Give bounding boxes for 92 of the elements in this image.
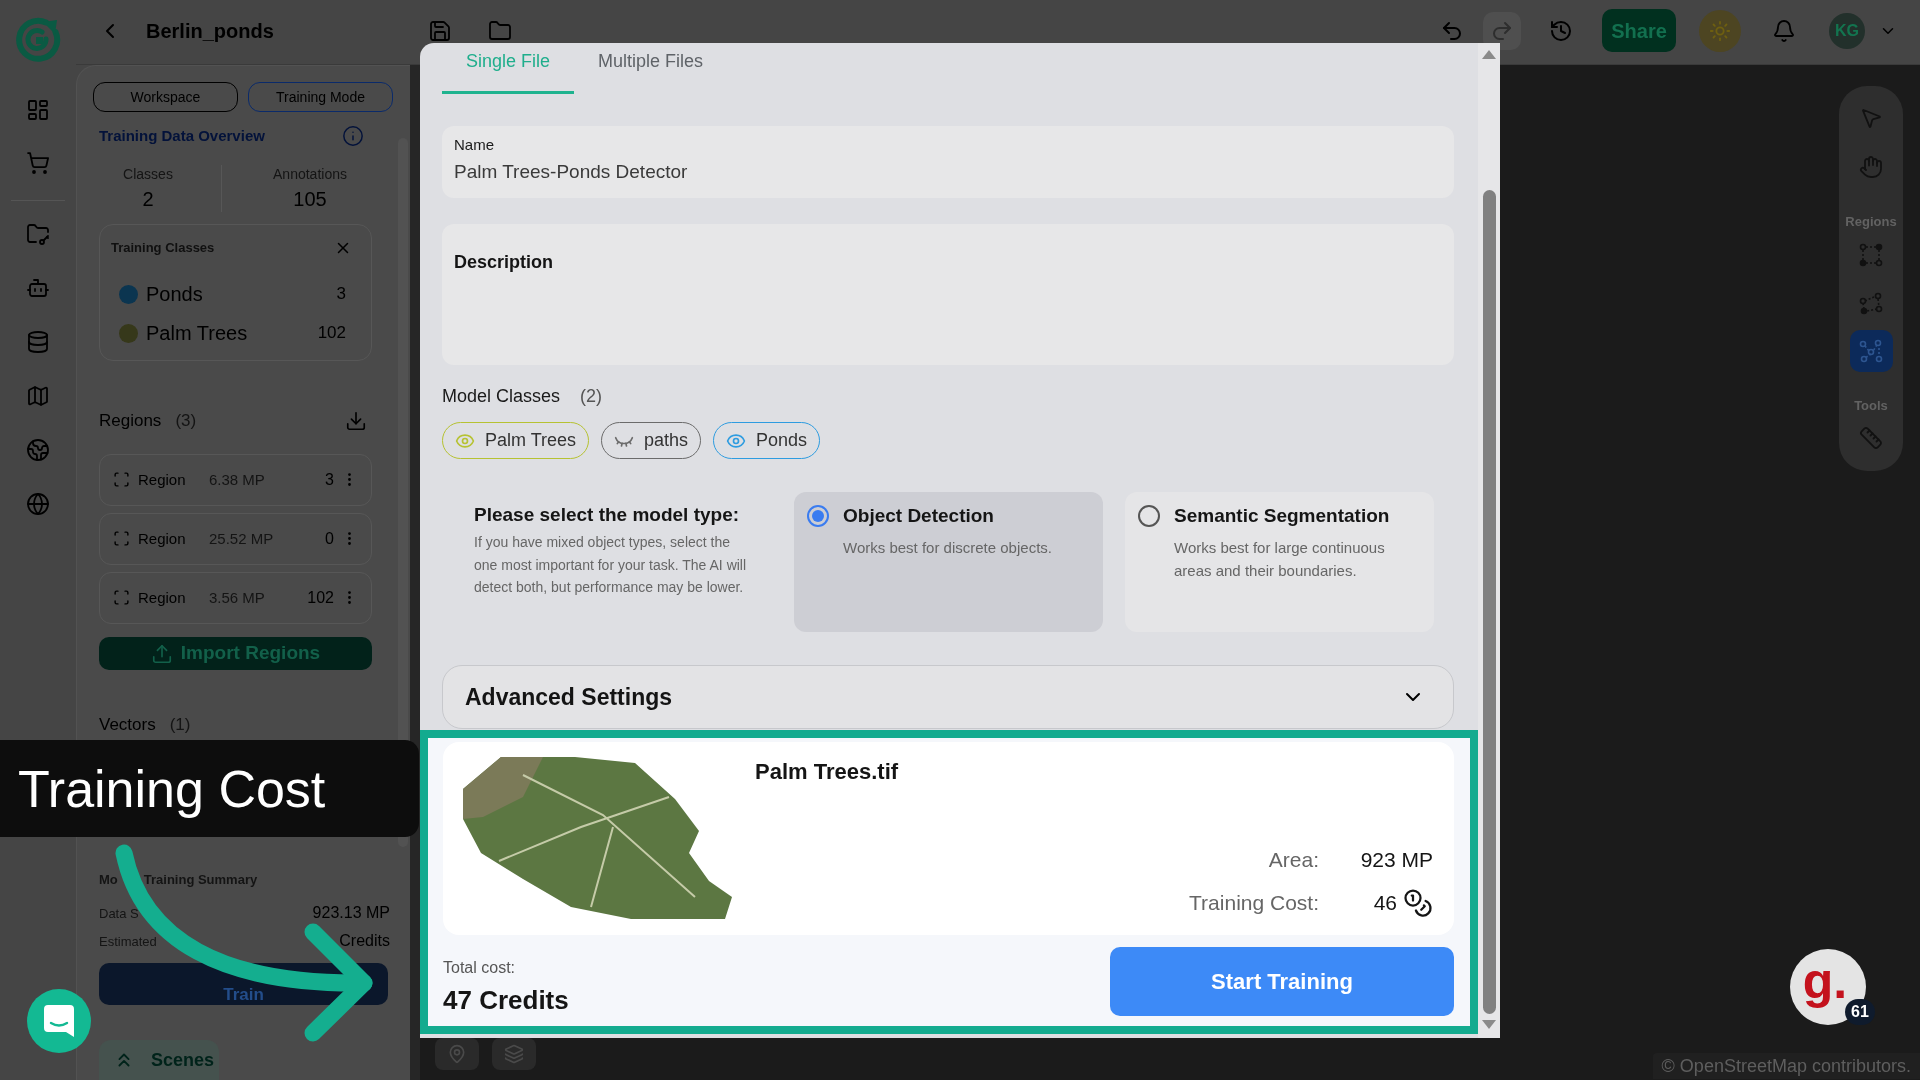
name-field[interactable]: Name Palm Trees-Ponds Detector (442, 126, 1454, 198)
region-count: 0 (325, 528, 334, 549)
download-icon[interactable] (345, 409, 367, 432)
file-name: Palm Trees.tif (755, 758, 900, 785)
save-icon[interactable] (428, 18, 452, 43)
theme-button[interactable] (1699, 9, 1741, 52)
model-type-prompt: Please select the model type: (474, 504, 741, 526)
earth-icon[interactable] (26, 438, 50, 462)
app-logo[interactable] (15, 17, 61, 63)
folder-icon[interactable] (26, 222, 50, 246)
rectangle-nodes-icon[interactable] (1859, 243, 1883, 267)
section-title: Model Classes (442, 384, 561, 408)
import-regions-button[interactable]: Import Regions (99, 636, 372, 671)
project-title: Berlin_ponds (146, 19, 274, 42)
region-count: 3 (325, 469, 334, 490)
summary-value: Credits (339, 931, 390, 952)
mode-button[interactable]: Workspace (93, 82, 238, 112)
map-attribution: © OpenStreetMap contributors. (1652, 1053, 1920, 1079)
region-frame-icon (113, 589, 130, 607)
globe-icon[interactable] (26, 492, 50, 516)
model-type-hint: If you have mixed object types, select the one most important for your task. The AI will detect both, but performance may be lower. (474, 533, 748, 597)
option-title: Semantic Segmentation (1174, 505, 1391, 527)
region-label: Region (138, 587, 187, 608)
tab[interactable]: Multiple Files (574, 43, 728, 94)
model-option-card[interactable]: Semantic Segmentation Works best for large continuous areas and their boundaries. (1125, 492, 1434, 632)
region-frame-icon (113, 530, 130, 548)
notifications-icon[interactable] (1772, 18, 1796, 43)
tool-button[interactable] (1849, 330, 1893, 372)
advanced-settings-toggle[interactable]: Advanced Settings (442, 665, 1454, 729)
stat-value: 105 (293, 186, 327, 212)
field-label: Description (454, 251, 554, 273)
detail-value: 923 MP (1360, 847, 1433, 874)
step-callout: Training Cost (0, 740, 419, 837)
field-value: Palm Trees-Ponds Detector (454, 160, 688, 184)
overview-title: Training Data Overview (99, 125, 265, 146)
class-name: Ponds (146, 282, 203, 308)
history-icon[interactable] (1549, 18, 1573, 43)
user-avatar[interactable]: KG (1829, 12, 1865, 49)
tab[interactable]: Single File (442, 43, 575, 94)
polygon-nodes-icon[interactable] (1859, 291, 1883, 315)
detail-label: Training Cost: (1189, 890, 1319, 917)
scroll-down-icon[interactable] (1482, 1020, 1496, 1029)
model-option-card[interactable]: Object Detection Works best for discrete objects. (794, 492, 1103, 632)
option-description: Works best for large continuous areas and their boundaries. (1174, 538, 1386, 581)
layers-button[interactable] (492, 1038, 536, 1070)
radio-button[interactable] (807, 505, 829, 527)
section-count: (2) (580, 384, 603, 408)
map-icon[interactable] (26, 384, 50, 408)
section-title: Vectors (99, 713, 156, 736)
ruler-icon[interactable] (1859, 426, 1883, 450)
dashboard-icon[interactable] (26, 98, 50, 122)
stat-value: 2 (142, 186, 154, 212)
cart-icon[interactable] (26, 151, 50, 175)
option-description: Works best for discrete objects. (843, 538, 1052, 558)
total-value: 47 Credits (443, 984, 569, 1016)
mode-button[interactable]: Training Mode (248, 82, 393, 112)
chat-icon (44, 1005, 74, 1037)
summary-value: 923.13 MP (312, 903, 390, 924)
total-label: Total cost: (443, 958, 517, 978)
sun-icon[interactable] (1709, 19, 1731, 42)
hand-icon[interactable] (1859, 155, 1883, 179)
card-title: Training Classes (111, 239, 215, 258)
scenes-button[interactable]: Scenes (99, 1040, 219, 1080)
scrollbar-thumb[interactable] (1482, 190, 1496, 1014)
robot-icon[interactable] (26, 276, 50, 300)
detail-value: 46 (1373, 890, 1397, 917)
redo-button[interactable] (1483, 11, 1521, 50)
pin-icon[interactable] (447, 1044, 467, 1064)
radio-button[interactable] (1138, 505, 1160, 527)
layers-icon[interactable] (504, 1044, 524, 1064)
pointer-icon[interactable] (1859, 106, 1883, 130)
upload-icon[interactable] (150, 642, 173, 665)
description-field[interactable]: Description (442, 224, 1454, 365)
node-points-icon[interactable] (1859, 339, 1883, 363)
pin-button[interactable] (435, 1038, 479, 1070)
option-title: Object Detection (843, 505, 995, 527)
folder-icon[interactable] (488, 18, 512, 43)
class-count: 102 (317, 322, 346, 345)
section-title: Regions (99, 410, 162, 433)
start-training-button[interactable]: Start Training (1110, 947, 1454, 1016)
share-button[interactable]: Share (1602, 9, 1676, 52)
class-count: 3 (336, 283, 346, 306)
region-label: Region (138, 469, 187, 490)
coins-icon (1403, 888, 1433, 918)
database-icon[interactable] (26, 330, 50, 354)
region-count: 102 (307, 587, 334, 608)
region-label: Region (138, 528, 187, 549)
region-frame-icon (113, 471, 130, 489)
info-icon[interactable] (342, 124, 364, 147)
class-name: Palm Trees (146, 321, 248, 347)
field-label: Name (454, 135, 494, 155)
detail-label: Area: (1268, 847, 1319, 874)
